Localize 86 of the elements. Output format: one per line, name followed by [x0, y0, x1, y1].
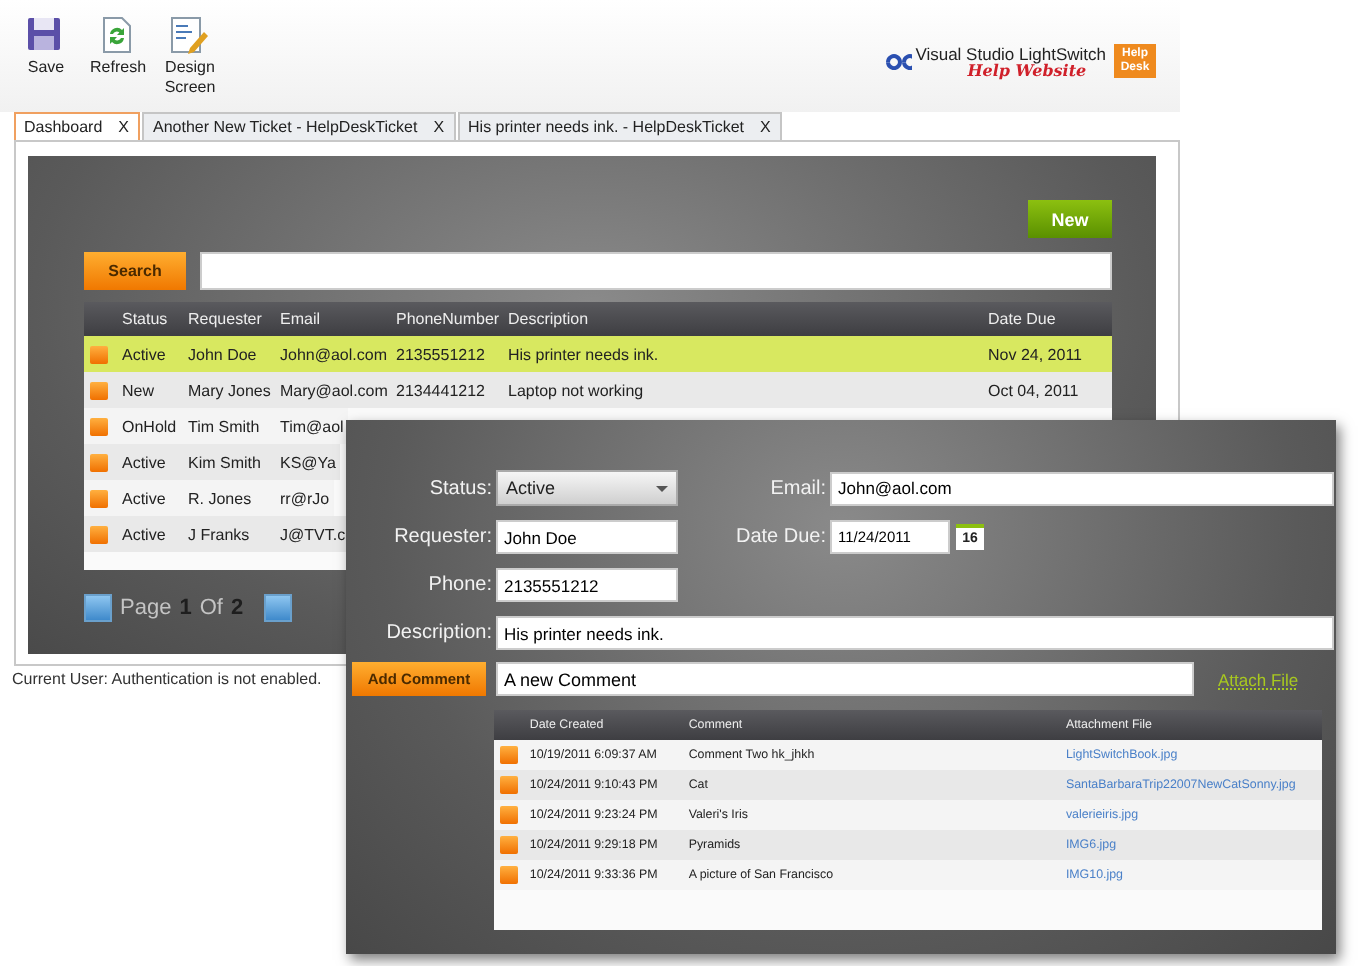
row-marker-icon — [500, 746, 518, 764]
next-page-button[interactable] — [263, 594, 292, 622]
column-header: PhoneNumber — [394, 310, 502, 328]
table-cell-text: Active — [120, 345, 168, 363]
table-cell-text: OnHold — [120, 417, 179, 435]
column-header: Description — [506, 310, 591, 328]
input-field[interactable]: John Doe — [496, 520, 678, 554]
column-header: Status — [120, 310, 170, 328]
column-header: Email — [278, 310, 323, 328]
design-screen-icon — [170, 16, 210, 54]
page-total: 2 — [230, 596, 244, 620]
row-marker-icon — [90, 417, 108, 435]
column-header: Date Due — [986, 310, 1058, 328]
toolbar-button[interactable]: Refresh — [88, 16, 148, 78]
table-row[interactable]: OnHold Tim Smith Tim@aol — [84, 408, 348, 444]
field-label: Email: — [768, 477, 826, 499]
product-name: Visual Studio LightSwitch — [915, 45, 1106, 61]
row-marker-icon — [500, 836, 518, 854]
status-dropdown[interactable]: Active — [496, 470, 678, 506]
field-label: Phone: — [426, 574, 492, 596]
table-cell-text: Active — [120, 525, 168, 543]
input-field[interactable]: 2135551212 — [496, 568, 678, 602]
table-cell-text: Kim Smith — [186, 453, 263, 471]
table-cell-text: New — [120, 381, 157, 399]
table-cell-text: rr@rJo — [278, 489, 332, 507]
table-cell-text: KS@Ya — [278, 453, 338, 471]
row-marker-icon — [90, 345, 108, 363]
input-field[interactable]: A new Comment — [496, 662, 1194, 696]
table-row[interactable]: New Mary Jones Mary@aol.com 2134441212 Laptop not working Oct 04, 2011 — [84, 372, 1112, 408]
previous-page-button[interactable] — [84, 594, 112, 622]
dropdown-value: Active — [506, 478, 556, 498]
table-cell-text: John@aol.com — [278, 345, 389, 363]
page-number: 1 — [179, 596, 192, 620]
input-field[interactable]: His printer needs ink. — [496, 616, 1334, 650]
table-cell-text: Mary Jones — [186, 381, 273, 399]
row-marker-icon — [90, 489, 108, 507]
search-field[interactable] — [200, 252, 1112, 290]
table-cell-text: 2134441212 — [394, 381, 487, 399]
logo-tagline: Help Website — [967, 61, 1087, 77]
table-cell-text: John Doe — [186, 345, 259, 363]
table-row[interactable]: Active J Franks J@TVT.c — [84, 516, 350, 552]
table-cell-text: Tim Smith — [186, 417, 262, 435]
close-tab-button[interactable]: X — [433, 118, 445, 136]
table-cell-text: 2135551212 — [394, 345, 487, 363]
table-row[interactable]: Active R. Jones rr@rJo — [84, 480, 334, 516]
table-cell-text: Mary@aol.com — [278, 381, 390, 399]
table-cell-text: Laptop not working — [506, 381, 646, 399]
row-marker-icon — [90, 381, 108, 399]
field-label: Requester: — [392, 526, 492, 548]
tab-label[interactable]: His printer needs ink. - HelpDeskTicket — [468, 118, 745, 136]
tab-label[interactable]: Another New Ticket - HelpDeskTicket — [152, 118, 418, 136]
table-cell-text: J@TVT.c — [278, 525, 348, 543]
close-tab-button[interactable]: X — [760, 118, 771, 136]
tab[interactable]: Dashboard X — [14, 112, 141, 140]
table-cell-text: Active — [120, 489, 168, 507]
caret-icon — [656, 485, 668, 491]
table-cell-text: J Franks — [186, 525, 252, 543]
input-field[interactable]: John@aol.com — [830, 471, 1334, 505]
tab[interactable]: Another New Ticket - HelpDeskTicket X — [142, 112, 457, 140]
row-marker-icon — [500, 806, 518, 824]
table-cell-text: Tim@aol — [278, 417, 346, 435]
toolbar-button[interactable]: Design Screen — [160, 16, 220, 98]
table-cell-text: Oct 04, 2011 — [986, 381, 1081, 399]
table-row[interactable]: Active Kim Smith KS@Ya — [84, 444, 340, 480]
table-cell-text: Nov 24, 2011 — [986, 345, 1084, 363]
field-label: Description: — [384, 622, 492, 644]
of-label: Of — [199, 596, 223, 620]
field-label: Date Due: — [733, 526, 826, 548]
row-marker-icon — [500, 866, 518, 884]
table-row[interactable]: Active John Doe John@aol.com 2135551212 His printer needs ink. Nov 24, 2011 — [84, 336, 1112, 372]
field-label: Status: — [427, 477, 492, 499]
row-marker-icon — [90, 453, 108, 471]
close-tab-button[interactable]: X — [118, 118, 129, 136]
page-label: Page — [120, 596, 172, 620]
table-cell-text: His printer needs ink. — [506, 345, 661, 363]
column-header: Requester — [186, 310, 264, 328]
row-marker-icon — [90, 525, 108, 543]
row-marker-icon — [500, 776, 518, 794]
toolbar-button[interactable]: Save — [16, 16, 76, 78]
table-cell-text: Active — [120, 453, 168, 471]
status-bar-text: Current User: Authentication is not enabled. — [10, 668, 322, 688]
search-button[interactable]: Search — [84, 252, 186, 290]
tab[interactable]: His printer needs ink. - HelpDeskTicket X — [458, 112, 783, 140]
table-cell-text: R. Jones — [186, 489, 254, 507]
tab-label[interactable]: Dashboard — [24, 118, 103, 136]
attach-file-link[interactable]: Attach File — [1218, 669, 1299, 689]
